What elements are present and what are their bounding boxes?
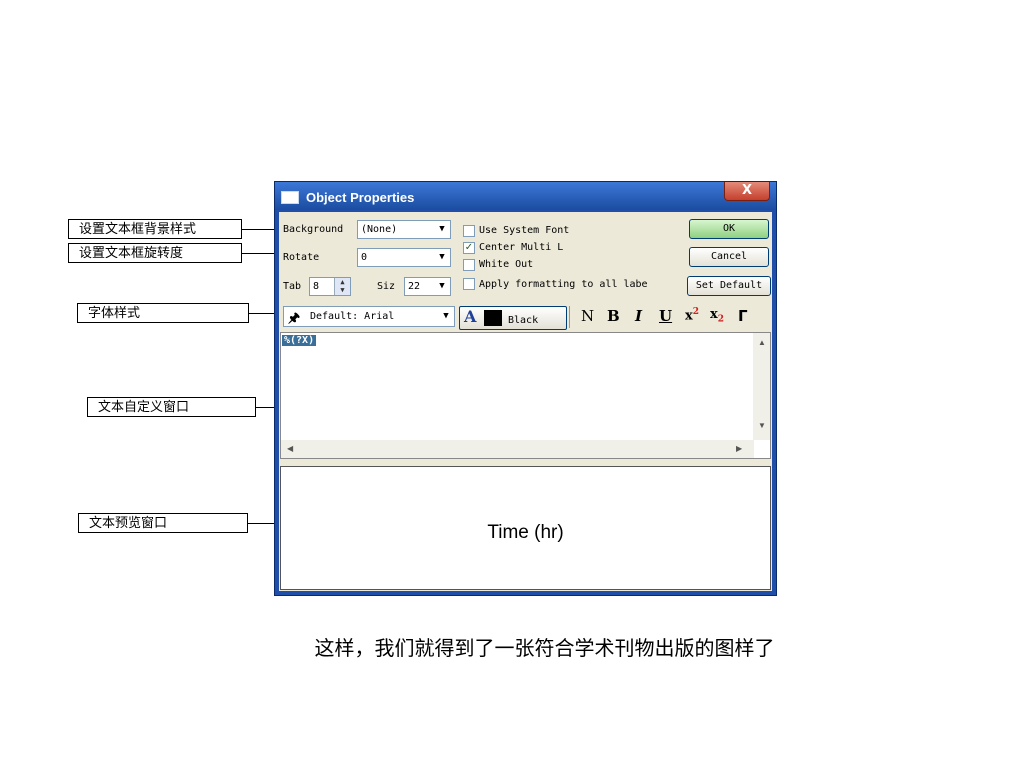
font-type-icon: 🖈 [288, 311, 301, 326]
normal-format-button[interactable]: N [581, 307, 594, 325]
preview-pane: Time (hr) [280, 466, 771, 590]
underline-button[interactable]: U [659, 307, 672, 325]
annotation-text-window: 文本自定义窗口 [87, 397, 256, 417]
dialog-title: Object Properties [306, 190, 415, 205]
apply-formatting-checkbox[interactable] [463, 278, 475, 290]
color-value: Black [508, 315, 539, 326]
subscript-button[interactable]: x2 [710, 307, 724, 325]
use-system-font-label: Use System Font [479, 225, 570, 236]
background-label: Background [283, 224, 344, 235]
chevron-down-icon: ▼ [443, 311, 449, 321]
use-system-font-checkbox[interactable] [463, 225, 475, 237]
annotation-preview-window: 文本预览窗口 [78, 513, 248, 533]
close-button[interactable]: X [724, 182, 770, 201]
dialog-client: Background (None) ▼ Rotate 0 ▼ Tab 8 ▲ ▼ … [279, 212, 772, 591]
tab-value: 8 [313, 281, 320, 292]
color-swatch [484, 310, 502, 326]
toolbar-separator [569, 306, 570, 328]
tab-label: Tab [283, 281, 302, 292]
window-icon [281, 191, 299, 204]
set-default-button[interactable]: Set Default [687, 276, 771, 296]
font-value: Default: Arial [310, 311, 395, 322]
scroll-down-icon[interactable]: ▼ [758, 421, 766, 430]
ok-button[interactable]: OK [689, 219, 769, 239]
white-out-label: White Out [479, 259, 534, 270]
spinner-arrows-icon[interactable]: ▲ ▼ [334, 278, 350, 295]
color-button[interactable]: A Black [459, 306, 567, 330]
symbol-button[interactable]: Γ [738, 307, 748, 325]
annotation-background-style: 设置文本框背景样式 [68, 219, 242, 239]
scroll-up-icon[interactable]: ▲ [758, 338, 766, 347]
size-label: Siz [377, 281, 396, 292]
rotate-label: Rotate [283, 252, 320, 263]
object-properties-dialog: Object Properties X Background (None) ▼ … [274, 181, 777, 596]
chevron-down-icon: ▼ [439, 252, 445, 262]
rotate-select[interactable]: 0 ▼ [357, 248, 451, 267]
preview-text: Time (hr) [487, 522, 564, 543]
superscript-button[interactable]: x2 [685, 307, 699, 323]
horizontal-scrollbar[interactable]: ◀ ▶ [281, 440, 754, 458]
bold-button[interactable]: B [607, 307, 620, 325]
scroll-right-icon[interactable]: ▶ [736, 444, 742, 453]
center-multi-checkbox[interactable]: ✓ [463, 242, 475, 254]
font-select[interactable]: 🖈 Default: Arial ▼ [283, 306, 455, 327]
italic-button[interactable]: I [635, 307, 642, 325]
text-editor[interactable]: %(?X) ▲ ▼ ◀ ▶ [280, 332, 771, 459]
chevron-down-icon: ▼ [439, 281, 445, 291]
background-select[interactable]: (None) ▼ [357, 220, 451, 239]
cancel-button[interactable]: Cancel [689, 247, 769, 267]
center-multi-label: Center Multi L [479, 242, 564, 253]
vertical-scrollbar[interactable]: ▲ ▼ [753, 333, 770, 440]
title-bar[interactable]: Object Properties X [275, 182, 776, 210]
tab-stepper[interactable]: 8 ▲ ▼ [309, 277, 351, 296]
slide-caption: 这样，我们就得到了一张符合学术刊物出版的图样了 [314, 636, 775, 660]
background-value: (None) [361, 224, 398, 235]
editor-text: %(?X) [282, 335, 317, 346]
size-select[interactable]: 22 ▼ [404, 277, 451, 296]
size-value: 22 [408, 281, 421, 292]
color-letter-icon: A [464, 307, 477, 326]
white-out-checkbox[interactable] [463, 259, 475, 271]
annotation-rotation: 设置文本框旋转度 [68, 243, 242, 263]
chevron-down-icon: ▼ [439, 224, 445, 234]
annotation-font-style: 字体样式 [77, 303, 249, 323]
apply-formatting-label: Apply formatting to all labe [479, 279, 648, 290]
scroll-left-icon[interactable]: ◀ [287, 444, 293, 453]
rotate-value: 0 [361, 252, 368, 263]
